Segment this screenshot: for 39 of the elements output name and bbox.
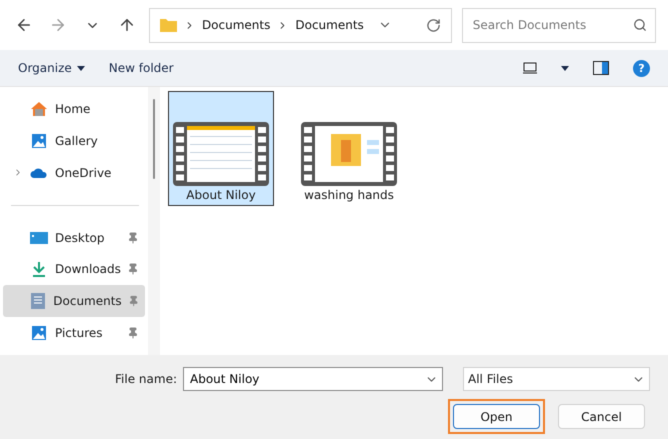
desktop-icon — [30, 230, 48, 244]
document-icon — [30, 293, 45, 310]
download-icon — [31, 261, 47, 278]
search-icon — [632, 18, 647, 32]
sidebar-item[interactable]: Home — [3, 93, 145, 125]
new-folder-button[interactable]: New folder — [108, 61, 174, 75]
file-name-field[interactable]: About Niloy — [183, 367, 443, 391]
cloud-icon — [30, 166, 48, 179]
file-tile[interactable]: washing hands — [296, 91, 402, 206]
video-thumbnail-icon — [173, 122, 269, 186]
file-name-input[interactable]: About Niloy — [188, 371, 388, 387]
breadcrumb[interactable]: Documents — [202, 18, 270, 32]
file-tile[interactable]: About Niloy — [168, 91, 274, 206]
file-name-label: File name: — [115, 372, 177, 386]
scrollbar-thumb[interactable] — [153, 99, 155, 179]
refresh-icon[interactable] — [426, 18, 441, 32]
breadcrumb[interactable]: Documents — [295, 18, 364, 32]
sidebar-item[interactable]: Desktop — [3, 222, 145, 254]
open-button[interactable]: Open — [453, 404, 540, 429]
picture-icon — [31, 132, 47, 149]
home-icon — [30, 100, 48, 117]
organize-button[interactable]: Organize — [18, 61, 85, 75]
sidebar-item[interactable]: Downloads — [3, 253, 145, 286]
sidebar-item[interactable]: OneDrive — [3, 156, 145, 189]
cancel-button[interactable]: Cancel — [558, 404, 645, 429]
view-icon[interactable] — [523, 62, 537, 74]
address-bar[interactable]: Documents Documents — [148, 8, 452, 42]
search-field[interactable]: Search Documents — [462, 8, 656, 42]
video-thumbnail-icon — [301, 122, 397, 186]
sidebar-item[interactable]: Gallery — [3, 124, 145, 157]
sidebar-item[interactable]: Pictures — [3, 317, 145, 350]
caret-icon — [76, 66, 85, 70]
preview-pane-icon[interactable] — [593, 61, 609, 75]
folder-icon — [160, 18, 177, 32]
file-type-dropdown[interactable]: All Files — [463, 367, 650, 391]
help-button[interactable]: ? — [633, 60, 650, 76]
caret-icon[interactable] — [561, 66, 569, 70]
sidebar-item[interactable]: Documents — [3, 285, 145, 318]
picture-icon — [31, 325, 47, 342]
